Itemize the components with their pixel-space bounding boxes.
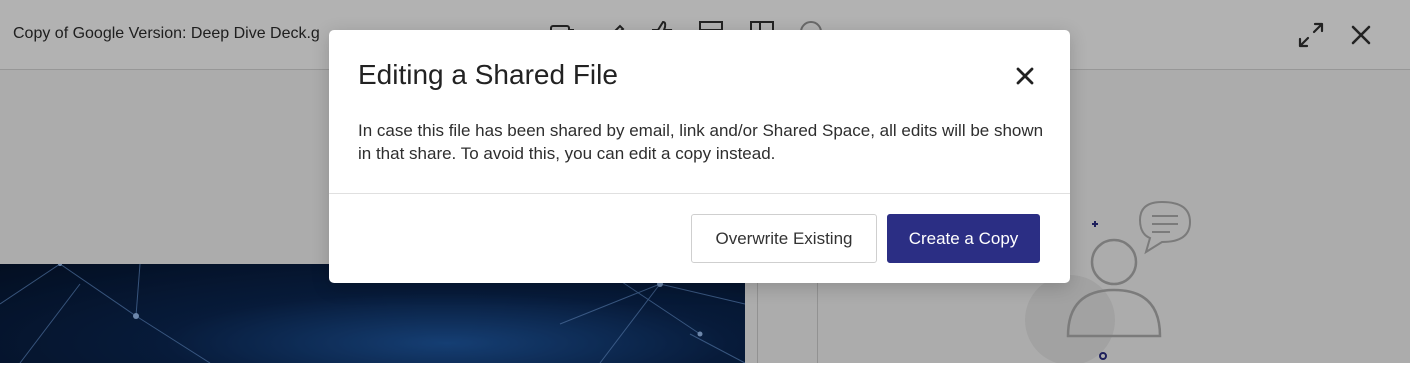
close-icon[interactable] [1009, 60, 1041, 92]
overwrite-existing-button[interactable]: Overwrite Existing [691, 214, 877, 263]
create-a-copy-button[interactable]: Create a Copy [887, 214, 1040, 263]
dialog-message: In case this file has been shared by ema… [358, 121, 1044, 163]
dialog-divider [329, 193, 1070, 194]
editing-shared-file-dialog: Editing a Shared File In case this file … [329, 30, 1070, 283]
dialog-title: Editing a Shared File [358, 59, 618, 90]
